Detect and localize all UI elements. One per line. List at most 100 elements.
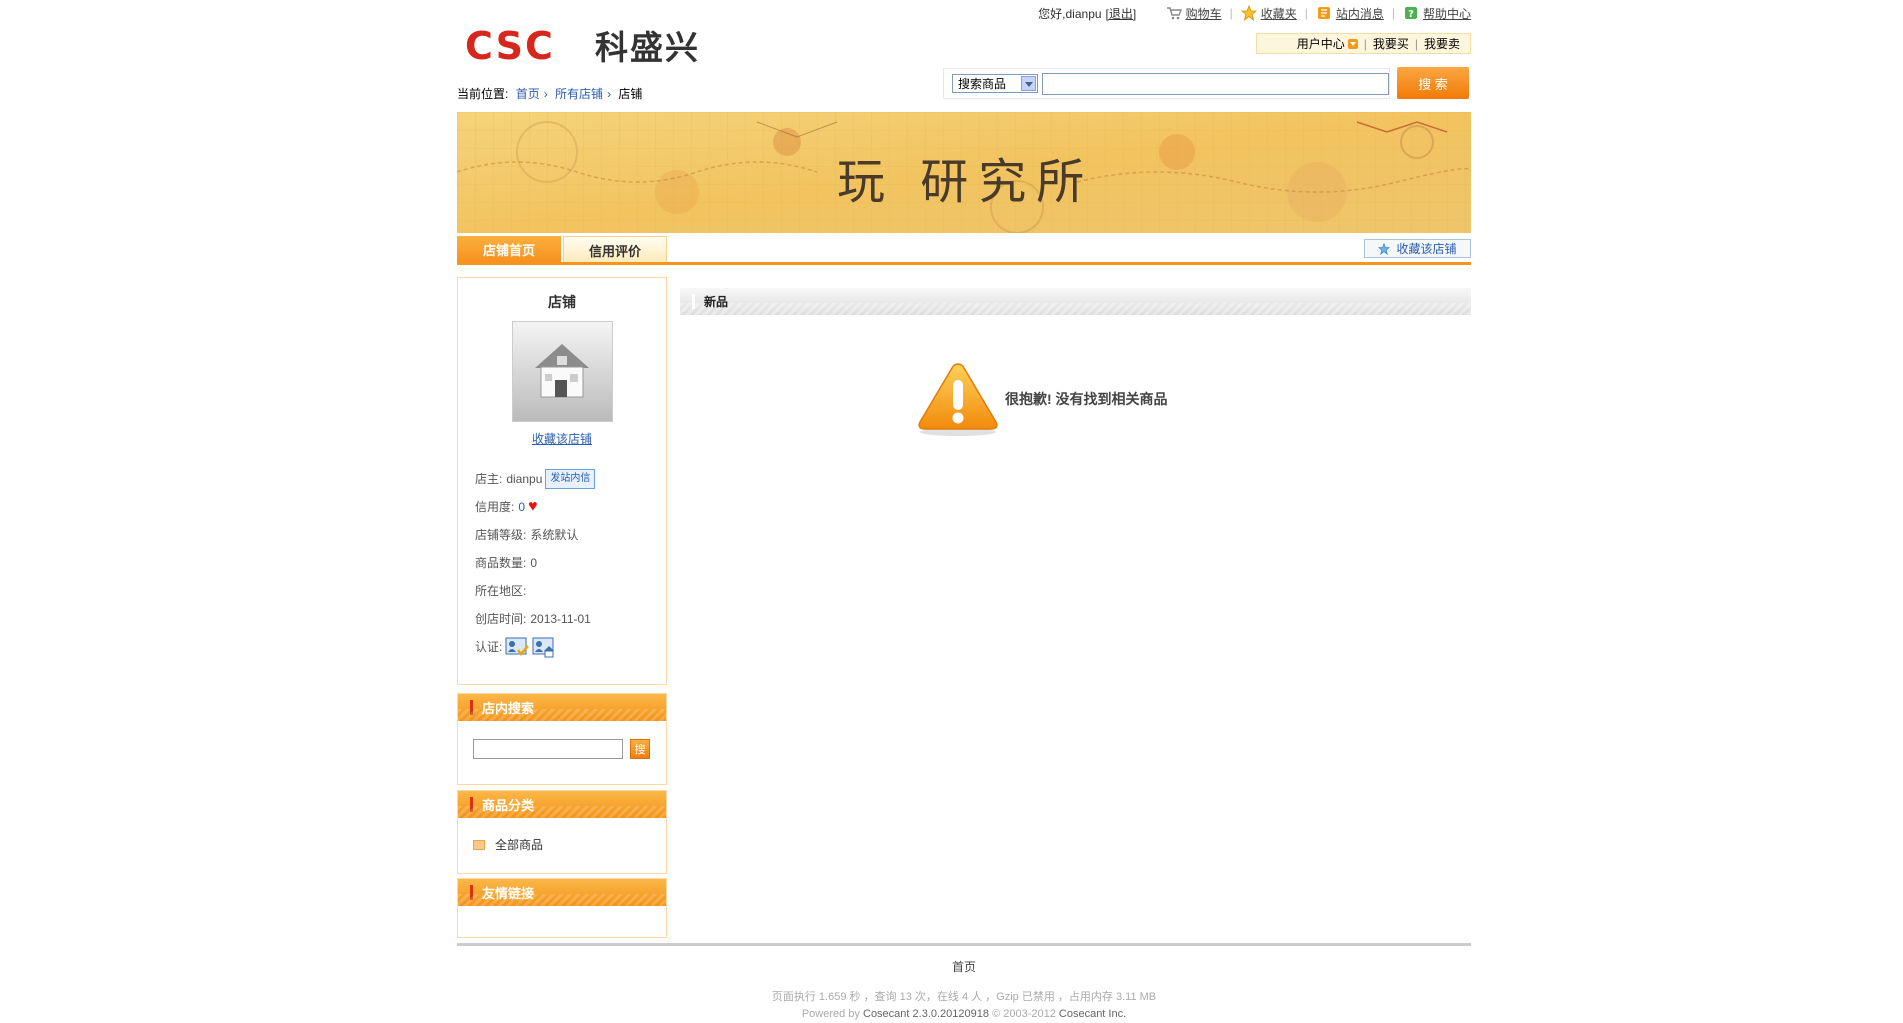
category-header: 商品分类 — [458, 791, 666, 818]
powered-product[interactable]: Cosecant 2.3.0.20120918 — [863, 1008, 989, 1020]
buy-link[interactable]: 我要买 — [1373, 35, 1409, 52]
help-link[interactable]: ? 帮助中心 — [1403, 5, 1471, 22]
shop-search-header: 店内搜索 — [458, 694, 666, 721]
cert-row: 认证: — [475, 633, 595, 661]
credit-row: 信用度: 0 ♥ — [475, 493, 595, 521]
shop-search-panel: 店内搜索 搜 — [457, 693, 667, 785]
sell-link[interactable]: 我要卖 — [1424, 35, 1460, 52]
cart-icon — [1166, 7, 1182, 20]
star-icon — [1240, 5, 1257, 21]
footer-divider — [457, 943, 1471, 946]
user-bar: 用户中心 | 我要买 | 我要卖 — [1256, 33, 1471, 54]
footer-stats: 页面执行 1.659 秒 ，查询 13 次，在线 4 人 ，Gzip 已禁用 ，… — [771, 991, 1157, 1003]
friend-links-panel: 友情链接 — [457, 878, 667, 938]
search-bar: 搜索商品 — [943, 68, 1390, 99]
search-category-select[interactable]: 搜索商品 — [952, 74, 1038, 93]
logo-text: 科盛兴 — [595, 28, 700, 67]
level-label: 店铺等级: — [475, 528, 527, 542]
goods-label: 商品数量: — [475, 556, 527, 570]
new-products-title: 新品 — [704, 295, 729, 309]
site-logo[interactable]: CSC 科盛兴 — [465, 25, 700, 67]
new-products-header: 新品 — [680, 288, 1471, 315]
powered-prefix: Powered by — [801, 1008, 860, 1020]
footer-powered: Powered by Cosecant 2.3.0.20120918 © 200… — [457, 1008, 1471, 1020]
cart-label: 购物车 — [1185, 6, 1222, 21]
favorites-label: 收藏夹 — [1260, 6, 1297, 21]
send-message-button[interactable]: 发站内信 — [545, 469, 596, 489]
shop-fav-link[interactable]: 收藏该店铺 — [458, 430, 666, 447]
shop-tabs: 店铺首页 信用评价 收藏该店铺 — [457, 236, 1471, 266]
user-center-label: 用户中心 — [1296, 37, 1345, 51]
help-icon: ? — [1404, 7, 1417, 20]
owner-value: dianpu — [506, 472, 543, 486]
friend-links-title: 友情链接 — [482, 886, 535, 901]
identity-cert-icon — [505, 637, 530, 656]
dropdown-arrow-icon — [1021, 76, 1036, 91]
credit-label: 信用度: — [475, 500, 515, 514]
breadcrumb-all-shops[interactable]: 所有店铺 — [555, 87, 603, 101]
greeting: 您好,dianpu — [1038, 6, 1102, 21]
category-title: 商品分类 — [482, 798, 535, 813]
cart-link[interactable]: 购物车 — [1166, 5, 1222, 22]
shop-info-panel: 店铺 收藏该店铺 店主: dianpu 发站内信 信用度: 0 ♥ 店铺等级: … — [457, 277, 667, 685]
tab-credit-review[interactable]: 信用评价 — [563, 236, 667, 263]
cert-label: 认证: — [475, 640, 503, 654]
shop-title: 店铺 — [548, 294, 576, 310]
heart-icon: ♥ — [528, 498, 538, 515]
breadcrumb-current: 店铺 — [618, 87, 643, 101]
level-value: 系统默认 — [530, 528, 579, 542]
owner-row: 店主: dianpu 发站内信 — [475, 465, 596, 493]
messages-label: 站内消息 — [1335, 6, 1384, 21]
region-row: 所在地区: — [475, 577, 595, 605]
powered-company[interactable]: Cosecant Inc. — [1059, 1008, 1126, 1020]
message-icon — [1317, 7, 1330, 19]
level-row: 店铺等级: 系统默认 — [475, 521, 595, 549]
friend-links-header: 友情链接 — [458, 879, 666, 906]
search-button[interactable]: 搜 索 — [1397, 67, 1469, 99]
goods-value: 0 — [530, 556, 538, 570]
owner-label: 店主: — [475, 472, 503, 486]
warning-icon — [918, 363, 998, 436]
shop-search-button[interactable]: 搜 — [630, 739, 650, 759]
star-icon — [1378, 242, 1391, 255]
logout-link[interactable]: [退出] — [1106, 5, 1137, 22]
footer-nav: 首页 — [457, 958, 1471, 975]
breadcrumb: 当前位置: 首页 › 所有店铺 › 店铺 — [457, 87, 643, 101]
created-label: 创店时间: — [475, 612, 527, 626]
shop-banner: 玩 研究所 — [457, 112, 1471, 233]
fav-shop-label: 收藏该店铺 — [1396, 242, 1457, 256]
user-center-menu[interactable]: 用户中心 — [1297, 35, 1358, 52]
tab-shop-home[interactable]: 店铺首页 — [457, 236, 561, 263]
shop-search-input[interactable] — [473, 739, 623, 759]
created-row: 创店时间: 2013-11-01 — [475, 605, 595, 633]
chevron-down-icon — [1347, 38, 1358, 49]
search-input[interactable] — [1042, 72, 1389, 95]
category-item-label: 全部商品 — [495, 838, 544, 852]
page: 您好,dianpu [退出] 购物车 | 收藏夹 | 站内消息 | ? 帮助中心… — [457, 0, 1471, 1023]
favorites-link[interactable]: 收藏夹 — [1240, 5, 1297, 22]
tab-divider — [457, 262, 1471, 265]
svg-text:?: ? — [1408, 9, 1414, 20]
logo-mark: CSC — [465, 29, 555, 61]
shop-cert-icon — [532, 637, 555, 658]
breadcrumb-label: 当前位置: — [457, 87, 509, 101]
powered-copyright: © 2003-2012 — [992, 1008, 1056, 1020]
empty-notice: 很抱歉! 没有找到相关商品 — [915, 360, 1168, 438]
messages-link[interactable]: 站内消息 — [1316, 5, 1384, 22]
house-icon — [535, 344, 589, 398]
goods-row: 商品数量: 0 — [475, 549, 595, 577]
breadcrumb-home[interactable]: 首页 — [516, 87, 540, 101]
help-label: 帮助中心 — [1422, 6, 1471, 21]
logo-letters: CSC — [465, 29, 555, 61]
top-links: 您好,dianpu [退出] 购物车 | 收藏夹 | 站内消息 | ? 帮助中心 — [1038, 5, 1471, 22]
created-value: 2013-11-01 — [530, 612, 591, 626]
shop-details: 店主: dianpu 发站内信 信用度: 0 ♥ 店铺等级: 系统默认 商品数量… — [475, 465, 596, 661]
banner-title: 玩 研究所 — [837, 154, 1095, 210]
shop-image — [512, 321, 613, 422]
credit-value: 0 — [518, 500, 526, 514]
empty-message: 很抱歉! 没有找到相关商品 — [1005, 391, 1168, 407]
folder-icon — [473, 839, 485, 850]
category-item-all[interactable]: 全部商品 — [473, 836, 543, 853]
fav-shop-button[interactable]: 收藏该店铺 — [1364, 239, 1471, 258]
footer-home-link[interactable]: 首页 — [952, 960, 976, 974]
